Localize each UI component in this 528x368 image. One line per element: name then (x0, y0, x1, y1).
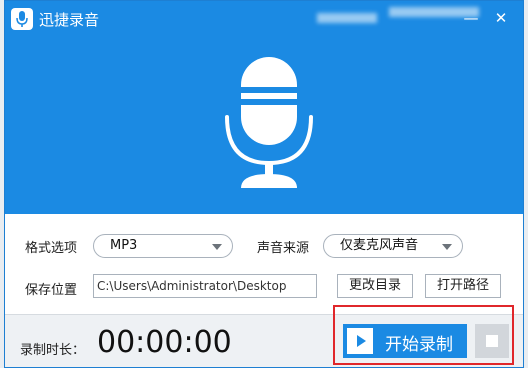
chevron-down-icon (442, 244, 452, 250)
stop-button[interactable] (475, 324, 509, 358)
change-directory-button[interactable]: 更改目录 (337, 274, 413, 298)
source-select[interactable]: 仅麦克风声音 (323, 234, 463, 258)
format-label: 格式选项 (25, 241, 78, 256)
close-button[interactable]: ✕ (490, 7, 512, 29)
start-recording-label: 开始录制 (385, 335, 453, 355)
play-icon (347, 328, 373, 354)
footer-bar: 录制时长： 00:00:00 开始录制 (5, 314, 523, 367)
chevron-down-icon (212, 244, 222, 250)
duration-label: 录制时长： (20, 343, 86, 358)
source-label: 声音来源 (257, 241, 310, 256)
save-path-field[interactable] (93, 274, 317, 298)
minimize-icon: — (463, 9, 479, 27)
open-path-button[interactable]: 打开路径 (425, 274, 501, 298)
save-location-label: 保存位置 (25, 283, 78, 298)
app-title: 迅捷录音 (39, 11, 100, 29)
microphone-icon (219, 53, 319, 197)
blurred-area (317, 13, 377, 23)
format-value: MP3 (110, 238, 138, 253)
start-recording-button[interactable]: 开始录制 (343, 324, 467, 358)
recording-timer: 00:00:00 (97, 325, 232, 360)
close-icon: ✕ (494, 9, 508, 27)
format-select[interactable]: MP3 (93, 234, 233, 258)
source-value: 仅麦克风声音 (340, 238, 419, 253)
microphone-icon (11, 8, 33, 30)
app-window: 迅捷录音 — ✕ 格式选项 MP3 声音来源 仅麦克风声音 保存位置 C:\Us… (4, 0, 524, 368)
stop-icon (486, 335, 498, 347)
settings-panel: 格式选项 MP3 声音来源 仅麦克风声音 保存位置 更改目录 打开路径 (5, 214, 523, 314)
header-panel: 迅捷录音 — ✕ (5, 1, 523, 214)
minimize-button[interactable]: — (460, 7, 482, 29)
